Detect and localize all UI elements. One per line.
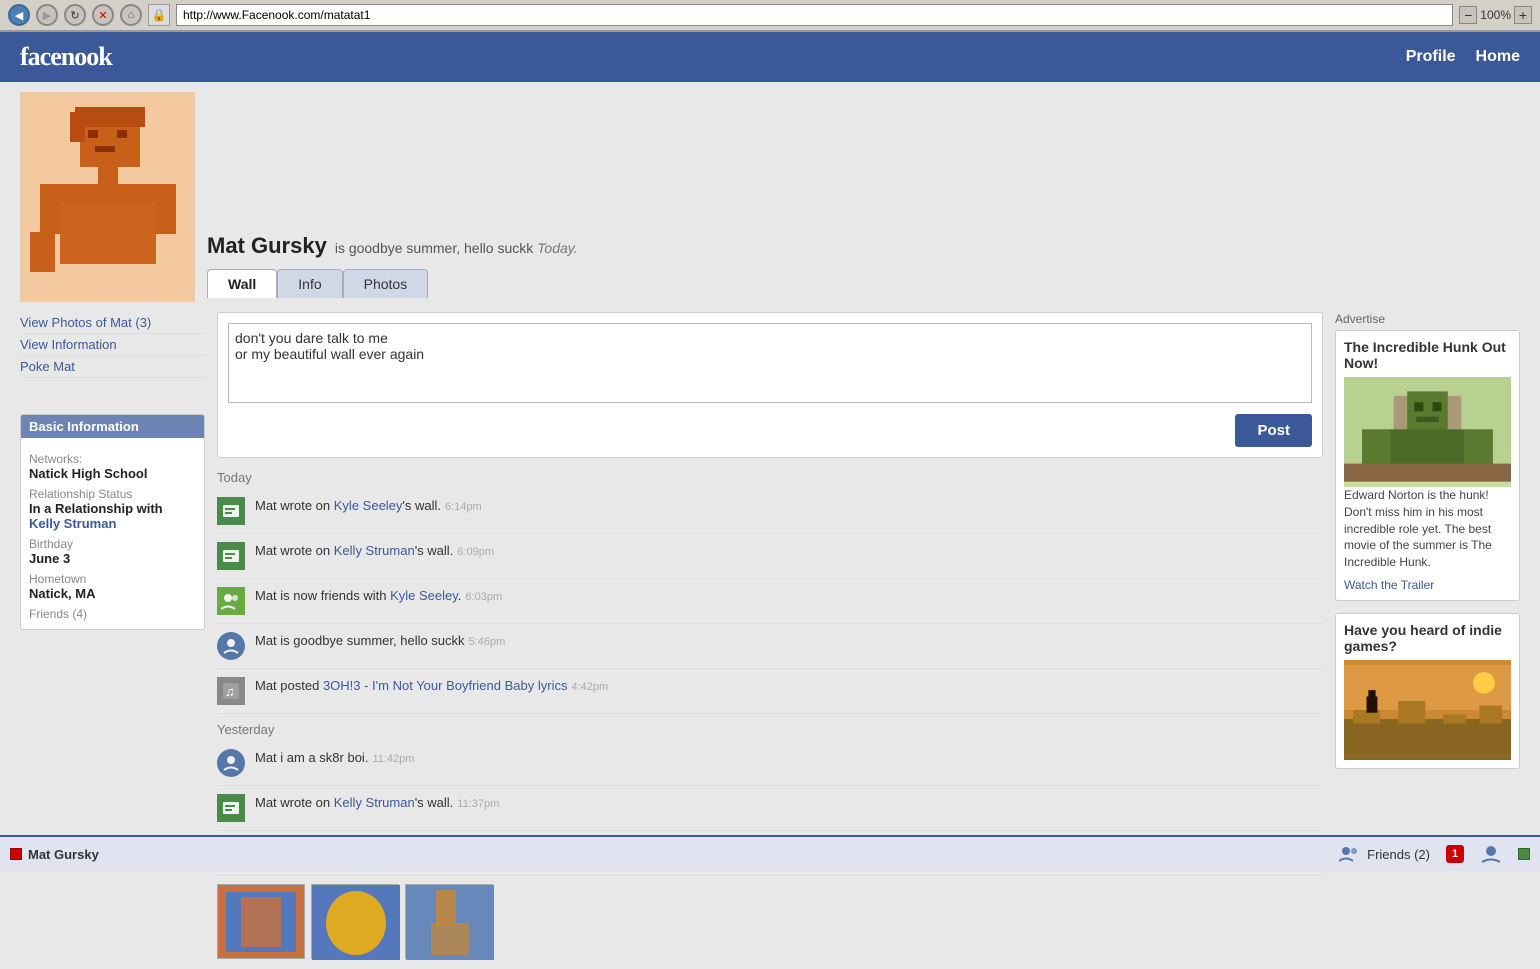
avatar-image bbox=[20, 92, 195, 302]
zoom-level: 100% bbox=[1480, 8, 1511, 22]
fb-nav: Profile Home bbox=[1406, 48, 1520, 66]
feed-item-text: Mat is goodbye summer, hello suckk5:46pm bbox=[255, 632, 1323, 650]
feed-item-text: Mat wrote on Kyle Seeley's wall.6:14pm bbox=[255, 497, 1323, 515]
nav-home[interactable]: Home bbox=[1476, 48, 1520, 66]
browser-chrome: ◀ ▶ ↻ ✕ ⌂ 🔒 − 100% + bbox=[0, 0, 1540, 32]
view-photos-link[interactable]: View Photos of Mat (3) bbox=[20, 312, 205, 334]
nav-profile[interactable]: Profile bbox=[1406, 48, 1456, 66]
tab-info[interactable]: Info bbox=[277, 269, 342, 298]
tab-wall[interactable]: Wall bbox=[207, 269, 277, 298]
status-friends[interactable]: Friends (2) bbox=[1339, 845, 1430, 863]
friends-count-label: Friends (2) bbox=[1367, 847, 1430, 862]
post-icon bbox=[217, 794, 245, 822]
post-icon bbox=[217, 542, 245, 570]
rel-status-value: In a Relationship with Kelly Struman bbox=[29, 501, 196, 531]
wall-textarea[interactable]: don't you dare talk to me or my beautifu… bbox=[228, 323, 1312, 403]
ad-desc-1: Edward Norton is the hunk! Don't miss hi… bbox=[1344, 487, 1511, 571]
zoom-in-button[interactable]: + bbox=[1514, 6, 1532, 24]
birthday-value: June 3 bbox=[29, 551, 196, 566]
list-item: Mat i am a sk8r boi.11:42pm bbox=[217, 741, 1323, 786]
basic-info-body: Networks: Natick High School Relationshi… bbox=[21, 438, 204, 629]
zoom-out-button[interactable]: − bbox=[1459, 6, 1477, 24]
ad-title-1: The Incredible Hunk Out Now! bbox=[1344, 339, 1511, 371]
zoom-control: − 100% + bbox=[1459, 6, 1532, 24]
tab-photos[interactable]: Photos bbox=[343, 269, 429, 298]
status-username: Mat Gursky bbox=[28, 847, 99, 862]
feed-item-text: Mat wrote on Kelly Struman's wall.6:09pm bbox=[255, 542, 1323, 560]
basic-info-box: Basic Information Networks: Natick High … bbox=[20, 414, 205, 630]
ad-trailer-link[interactable]: Watch the Trailer bbox=[1344, 578, 1434, 592]
wall-post-row: Post bbox=[228, 414, 1312, 447]
refresh-button[interactable]: ↻ bbox=[64, 4, 86, 26]
today-label: Today bbox=[217, 470, 1323, 485]
list-item: Mat wrote on Kyle Seeley's wall.6:14pm bbox=[217, 489, 1323, 534]
status-dot bbox=[10, 848, 22, 860]
advertise-label: Advertise bbox=[1335, 312, 1520, 326]
status-user: Mat Gursky bbox=[10, 847, 99, 862]
hulk-ad-image[interactable] bbox=[1344, 377, 1511, 487]
list-item: Mat is goodbye summer, hello suckk5:46pm bbox=[217, 624, 1323, 669]
photo-thumb-2[interactable] bbox=[311, 884, 399, 959]
profile-tabs: Wall Info Photos bbox=[207, 259, 578, 298]
music-icon: ♫ bbox=[217, 677, 245, 705]
list-item: Mat wrote on Kelly Struman's wall.6:09pm bbox=[217, 534, 1323, 579]
ad-title-2: Have you heard of indie games? bbox=[1344, 622, 1511, 654]
security-icon: 🔒 bbox=[148, 4, 170, 26]
profile-status: is goodbye summer, hello suckk Today. bbox=[335, 240, 578, 256]
rel-status-label: Relationship Status bbox=[29, 487, 196, 501]
feed-link[interactable]: Kyle Seeley bbox=[334, 498, 403, 513]
status-bar: Mat Gursky Friends (2) 1 bbox=[0, 835, 1540, 871]
fb-header: facenook Profile Home bbox=[0, 32, 1540, 82]
feed-item-text: Mat i am a sk8r boi.11:42pm bbox=[255, 749, 1323, 767]
poke-link[interactable]: Poke Mat bbox=[20, 356, 205, 378]
birthday-label: Birthday bbox=[29, 537, 196, 551]
list-item: Mat wrote on Kelly Struman's wall.11:37p… bbox=[217, 786, 1323, 831]
feed-link[interactable]: Kyle Seeley bbox=[390, 588, 458, 603]
post-button[interactable]: Post bbox=[1235, 414, 1312, 447]
url-bar[interactable] bbox=[176, 4, 1453, 26]
yesterday-label: Yesterday bbox=[217, 722, 1323, 737]
view-info-link[interactable]: View Information bbox=[20, 334, 205, 356]
feed-item-text: Mat wrote on Kelly Struman's wall.11:37p… bbox=[255, 794, 1323, 812]
friends-icon bbox=[217, 587, 245, 615]
ad-box-1: The Incredible Hunk Out Now! bbox=[1335, 330, 1520, 601]
photo-thumb-1[interactable] bbox=[217, 884, 305, 959]
svg-text:♫: ♫ bbox=[225, 684, 235, 699]
photo-row bbox=[217, 884, 1323, 959]
forward-button[interactable]: ▶ bbox=[36, 4, 58, 26]
profile-pic bbox=[20, 92, 195, 302]
list-item: Mat is now friends with Kyle Seeley.6:03… bbox=[217, 579, 1323, 624]
back-button[interactable]: ◀ bbox=[8, 4, 30, 26]
online-indicator bbox=[1518, 848, 1530, 860]
user-icon bbox=[1480, 845, 1502, 863]
feed-item-text: Mat posted 3OH!3 - I'm Not Your Boyfrien… bbox=[255, 677, 1323, 695]
networks-label: Networks: bbox=[29, 452, 196, 466]
hometown-value: Natick, MA bbox=[29, 586, 196, 601]
networks-value: Natick High School bbox=[29, 466, 196, 481]
post-icon bbox=[217, 497, 245, 525]
feed-link[interactable]: Kelly Struman bbox=[334, 795, 415, 810]
friends-label: Friends (4) bbox=[29, 607, 196, 621]
profile-name: Mat Gursky bbox=[207, 233, 327, 259]
write-on-wall: don't you dare talk to me or my beautifu… bbox=[217, 312, 1323, 458]
ad-box-2: Have you heard of indie games? bbox=[1335, 613, 1520, 769]
feed-link[interactable]: Kelly Struman bbox=[334, 543, 415, 558]
notification-badge[interactable]: 1 bbox=[1446, 845, 1464, 863]
home-button[interactable]: ⌂ bbox=[120, 4, 142, 26]
basic-info-header: Basic Information bbox=[21, 415, 204, 438]
profile-header: Mat Gursky is goodbye summer, hello suck… bbox=[0, 82, 1540, 302]
sidebar-links: View Photos of Mat (3) View Information … bbox=[20, 312, 205, 378]
indie-ad-image[interactable] bbox=[1344, 660, 1511, 760]
rel-status-link[interactable]: Kelly Struman bbox=[29, 516, 116, 531]
photo-thumb-3[interactable] bbox=[405, 884, 493, 959]
profile-name-area: Mat Gursky is goodbye summer, hello suck… bbox=[207, 233, 578, 302]
status-icon bbox=[217, 749, 245, 777]
feed-link[interactable]: 3OH!3 - I'm Not Your Boyfriend Baby lyri… bbox=[323, 678, 568, 693]
stop-button[interactable]: ✕ bbox=[92, 4, 114, 26]
feed-item-text: Mat is now friends with Kyle Seeley.6:03… bbox=[255, 587, 1323, 605]
hometown-label: Hometown bbox=[29, 572, 196, 586]
fb-logo: facenook bbox=[20, 42, 112, 72]
list-item: ♫ Mat posted 3OH!3 - I'm Not Your Boyfri… bbox=[217, 669, 1323, 714]
status-icon bbox=[217, 632, 245, 660]
